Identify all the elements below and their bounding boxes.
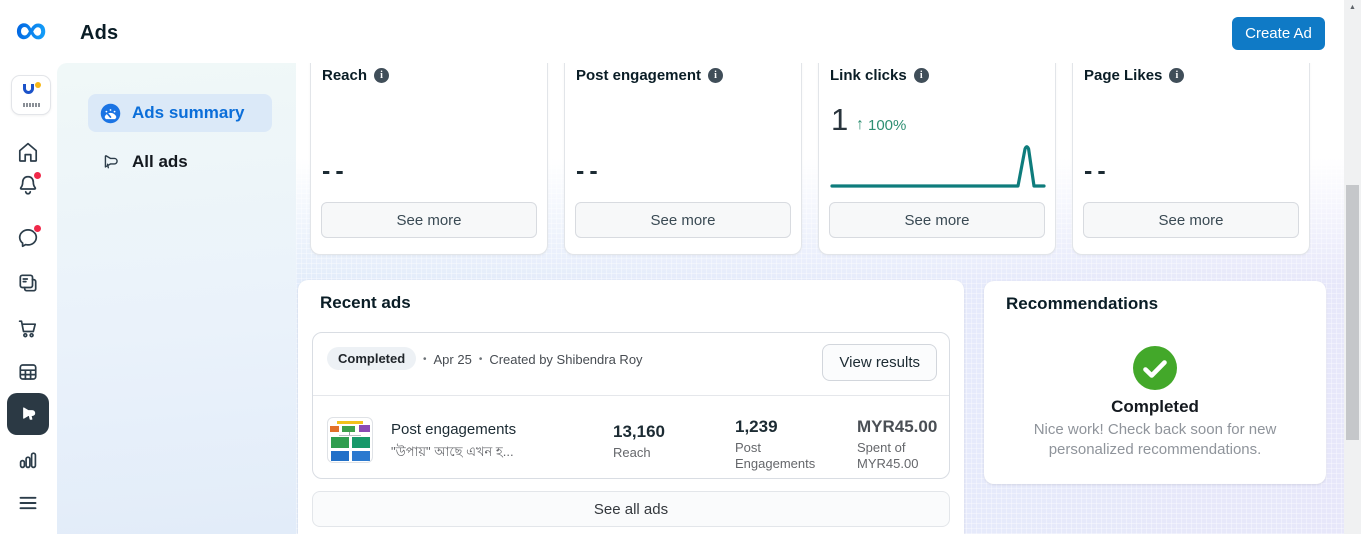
ad-card: Completed • Apr 25 • Created by Shibendr… — [312, 332, 950, 479]
hamburger-menu-icon — [16, 491, 40, 515]
metric-title: Reach i — [322, 67, 389, 84]
home-icon — [16, 140, 40, 164]
check-circle-icon — [1132, 345, 1178, 391]
sidebar-item-all-ads[interactable]: All ads — [88, 143, 272, 181]
info-icon[interactable]: i — [1169, 68, 1184, 83]
metric-card-link-clicks: Link clicks i 1 ↑ 100% See more — [818, 63, 1056, 255]
scroll-up-arrow[interactable]: ▲ — [1344, 4, 1361, 11]
ad-row[interactable]: Post engagements "উপায়" আছে এখন হ... 13… — [313, 396, 949, 478]
see-more-button[interactable]: See more — [321, 202, 537, 238]
recent-ads-title: Recent ads — [320, 293, 411, 313]
content: Reach i -- See more Post engagement i --… — [296, 63, 1344, 534]
sidebar-item-label: All ads — [132, 152, 188, 172]
recommendation-message: Nice work! Check back soon for new perso… — [1012, 420, 1298, 460]
see-more-button[interactable]: See more — [1083, 202, 1299, 238]
rail-item-messages[interactable] — [16, 226, 40, 250]
avatar-logo-dot — [35, 82, 41, 88]
view-results-button[interactable]: View results — [822, 344, 937, 381]
megaphone-outline-icon — [100, 152, 121, 173]
metric-empty-value: -- — [322, 157, 349, 186]
rail-item-home[interactable] — [16, 140, 40, 164]
bar-chart-icon — [16, 448, 40, 472]
metric-title: Post engagement i — [576, 67, 723, 84]
see-more-button[interactable]: See more — [829, 202, 1045, 238]
metric-card-page-likes: Page Likes i -- See more — [1072, 63, 1310, 255]
ads-sidebar: Ads summary All ads — [57, 63, 296, 534]
info-icon[interactable]: i — [914, 68, 929, 83]
ad-metric-post-engagements: 1,239 Post Engagements — [735, 417, 821, 472]
metric-value: 1 — [831, 102, 848, 138]
scrollbar-thumb[interactable] — [1346, 185, 1359, 440]
ad-metric-reach: 13,160 Reach — [613, 422, 665, 461]
recommendation-status: Completed — [984, 397, 1326, 417]
ad-objective: Post engagements — [391, 421, 516, 438]
header: ∞ Ads Create Ad — [0, 0, 1344, 63]
see-all-ads-button[interactable]: See all ads — [312, 491, 950, 527]
metric-empty-value: -- — [576, 157, 603, 186]
speedometer-icon — [100, 103, 121, 124]
shopping-cart-icon — [16, 316, 40, 340]
info-icon[interactable]: i — [374, 68, 389, 83]
metric-card-post-engagement: Post engagement i -- See more — [564, 63, 802, 255]
sidebar-item-ads-summary[interactable]: Ads summary — [88, 94, 272, 132]
ad-date: Apr 25 — [434, 352, 472, 367]
metric-empty-value: -- — [1084, 157, 1111, 186]
scrollbar[interactable]: ▲ — [1344, 0, 1361, 534]
billing-table-icon — [16, 360, 40, 384]
trend-indicator: ↑ 100% — [856, 116, 906, 134]
ad-meta: • Apr 25 • Created by Shibendra Roy — [423, 352, 643, 367]
meta-logo-icon[interactable]: ∞ — [8, 4, 54, 56]
avatar-logo-text — [23, 103, 40, 107]
ad-caption: "উপায়" আছে এখন হ... — [391, 443, 516, 464]
rail-item-pages[interactable] — [16, 271, 40, 295]
business-avatar[interactable] — [11, 75, 51, 115]
sidebar-item-label: Ads summary — [132, 103, 244, 123]
recommendations-title: Recommendations — [1006, 294, 1158, 314]
rail-item-notifications[interactable] — [16, 173, 40, 197]
ad-metric-spend: MYR45.00 Spent of MYR45.00 — [857, 417, 945, 472]
ad-thumbnail — [327, 417, 373, 463]
recommendations-panel: Recommendations Completed Nice work! Che… — [984, 281, 1326, 484]
app-rail — [0, 63, 57, 534]
see-more-button[interactable]: See more — [575, 202, 791, 238]
metric-card-reach: Reach i -- See more — [310, 63, 548, 255]
metric-title: Page Likes i — [1084, 67, 1184, 84]
notification-badge-dot — [33, 171, 42, 180]
rail-item-commerce[interactable] — [16, 316, 40, 340]
info-icon[interactable]: i — [708, 68, 723, 83]
ads-page: ∞ Ads Create Ad — [0, 0, 1361, 534]
rail-item-insights[interactable] — [16, 448, 40, 472]
rail-item-billing[interactable] — [16, 360, 40, 384]
dot-separator: • — [423, 354, 427, 365]
link-clicks-sparkline — [829, 142, 1047, 192]
recent-ads-panel: Recent ads Completed • Apr 25 • Created … — [298, 280, 964, 534]
avatar-logo-u — [23, 84, 34, 94]
rail-item-more[interactable] — [16, 491, 40, 515]
trend-up-icon: ↑ — [856, 116, 864, 134]
dot-separator: • — [479, 354, 483, 365]
ad-name-block: Post engagements "উপায়" আছে এখন হ... — [391, 421, 516, 464]
create-ad-button[interactable]: Create Ad — [1232, 17, 1325, 50]
pages-icon — [16, 271, 40, 295]
metric-title: Link clicks i — [830, 67, 929, 84]
ad-author: Created by Shibendra Roy — [489, 352, 642, 367]
status-badge: Completed — [327, 347, 416, 370]
megaphone-filled-icon — [17, 403, 40, 426]
page-title: Ads — [80, 22, 118, 45]
message-badge-dot — [33, 224, 42, 233]
rail-item-ads-active[interactable] — [7, 393, 49, 435]
